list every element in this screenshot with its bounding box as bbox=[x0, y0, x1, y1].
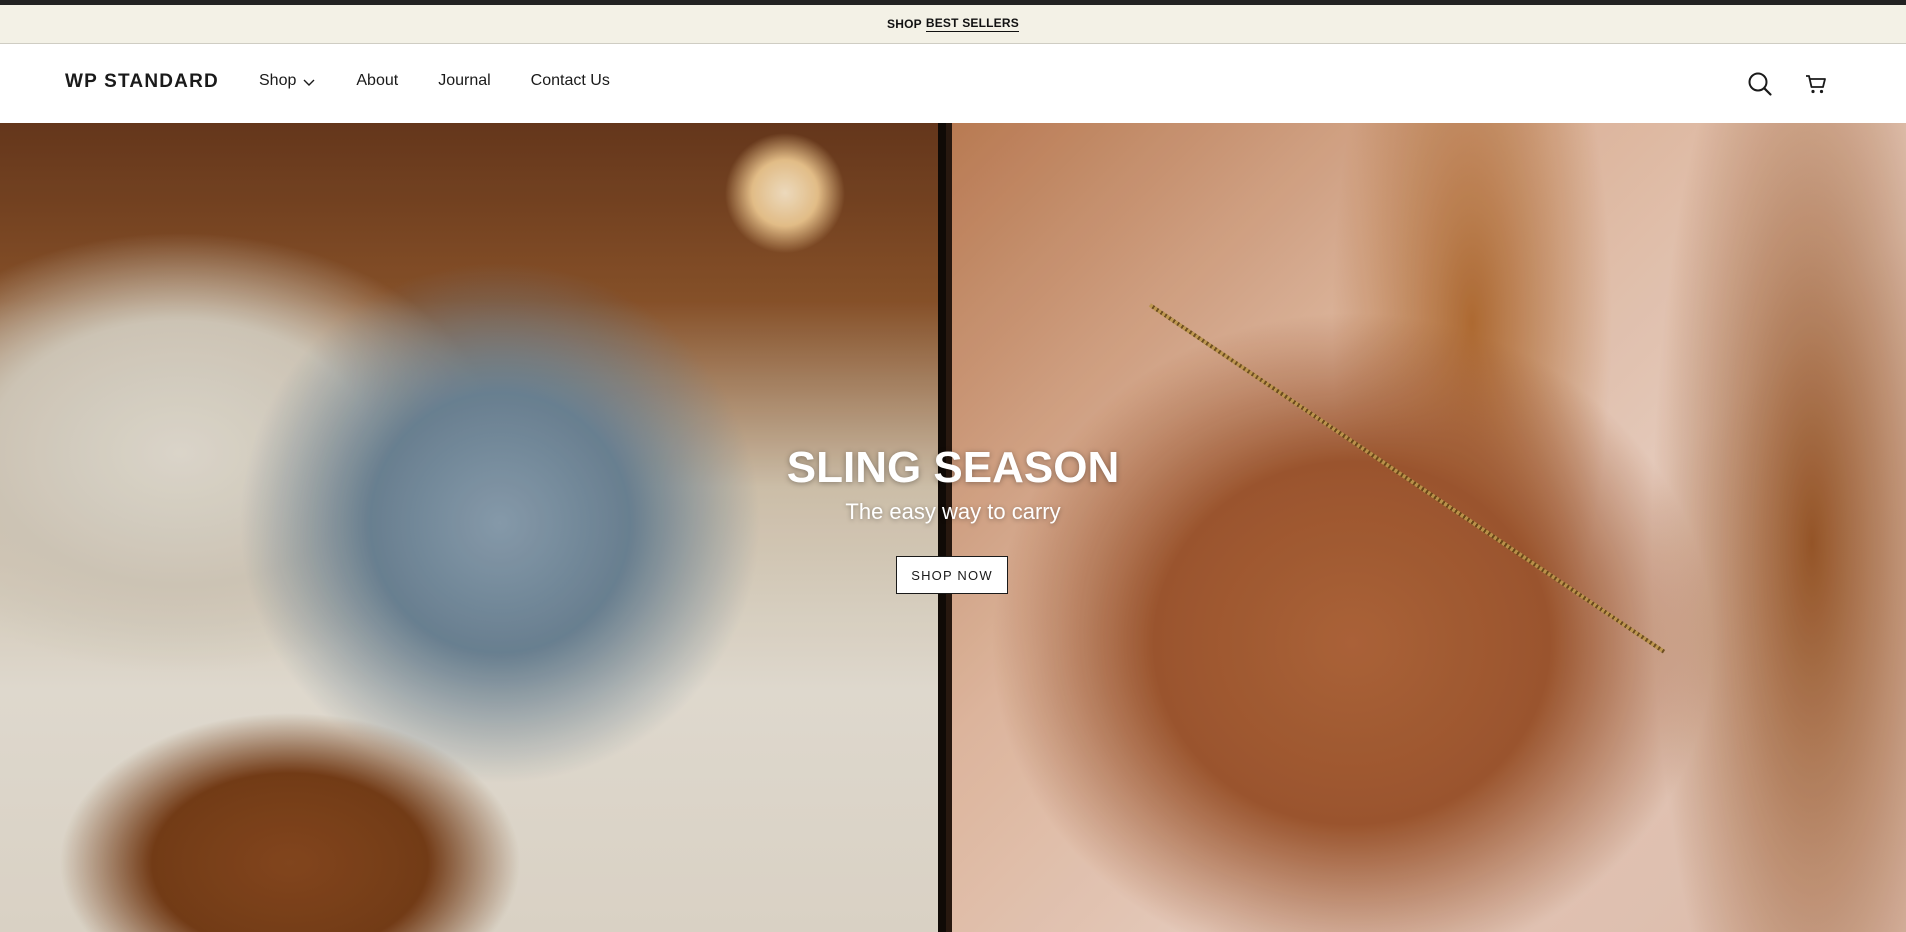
nav-shop[interactable]: Shop bbox=[259, 72, 316, 90]
announcement-bar: SHOP BEST SELLERS bbox=[0, 5, 1906, 44]
nav-journal-label: Journal bbox=[438, 72, 491, 89]
site-logo[interactable]: WP STANDARD bbox=[65, 71, 219, 93]
hero-title: SLING SEASON bbox=[786, 443, 1120, 492]
nav-shop-label: Shop bbox=[259, 72, 297, 89]
cart-button[interactable] bbox=[1800, 68, 1832, 100]
nav-contact-us[interactable]: Contact Us bbox=[531, 72, 610, 90]
announcement-prefix: SHOP bbox=[887, 17, 922, 31]
main-nav: Shop About Journal Contact Us bbox=[259, 72, 650, 90]
nav-journal[interactable]: Journal bbox=[438, 72, 490, 90]
search-button[interactable] bbox=[1744, 68, 1776, 100]
shop-now-button[interactable]: SHOP NOW bbox=[896, 556, 1008, 594]
chevron-down-icon bbox=[303, 79, 315, 86]
site-header: WP STANDARD Shop About Journal Contact U… bbox=[0, 44, 1906, 123]
cart-icon bbox=[1806, 75, 1826, 94]
hero-overlay bbox=[0, 123, 1906, 932]
nav-contact-label: Contact Us bbox=[530, 72, 610, 89]
nav-about-label: About bbox=[356, 72, 399, 89]
hero-banner: SLING SEASON The easy way to carry SHOP … bbox=[0, 123, 1906, 932]
search-icon bbox=[1748, 72, 1772, 96]
nav-about[interactable]: About bbox=[356, 72, 398, 90]
best-sellers-link[interactable]: BEST SELLERS bbox=[925, 16, 1019, 32]
header-actions bbox=[1744, 68, 1832, 100]
